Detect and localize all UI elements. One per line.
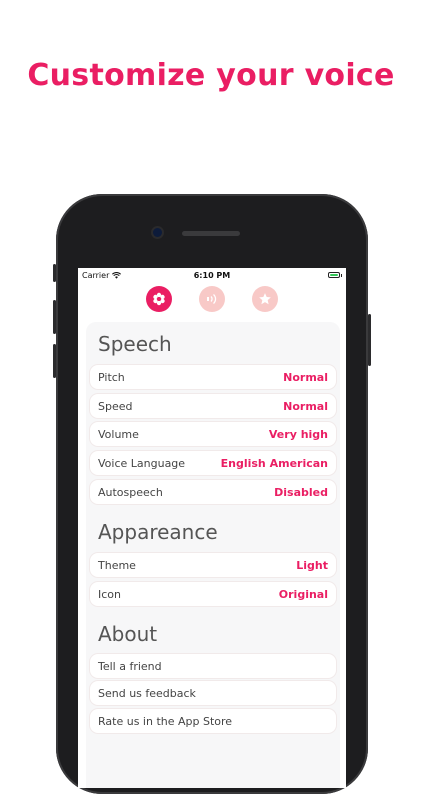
tab-audio[interactable] bbox=[199, 286, 225, 312]
status-bar: Carrier 6:10 PM bbox=[78, 268, 346, 284]
setting-label: Icon bbox=[98, 587, 121, 601]
setting-label: Pitch bbox=[98, 370, 125, 384]
about-row-feedback[interactable]: Send us feedback bbox=[90, 681, 336, 705]
star-icon bbox=[259, 293, 271, 305]
about-label: Rate us in the App Store bbox=[98, 714, 233, 728]
battery-icon bbox=[328, 272, 342, 278]
front-camera bbox=[153, 228, 162, 237]
section-title-appearance: Appareance bbox=[98, 520, 218, 544]
settings-panel: Speech Pitch Normal Speed Normal Volume … bbox=[86, 322, 340, 788]
setting-label: Volume bbox=[98, 427, 139, 441]
about-row-rate-us[interactable]: Rate us in the App Store bbox=[90, 709, 336, 733]
tab-speech[interactable] bbox=[146, 286, 172, 312]
setting-label: Speed bbox=[98, 399, 133, 413]
setting-value: Disabled bbox=[274, 485, 328, 499]
status-time: 6:10 PM bbox=[193, 271, 231, 280]
tab-favorites[interactable] bbox=[252, 286, 278, 312]
volume-down-button bbox=[53, 344, 56, 378]
setting-row-volume[interactable]: Volume Very high bbox=[90, 422, 336, 446]
about-label: Send us feedback bbox=[98, 686, 196, 700]
section-title-speech: Speech bbox=[98, 332, 172, 356]
phone-screen: Carrier 6:10 PM Speech Pitch Normal Spee… bbox=[78, 268, 346, 788]
page-headline: Customize your voice bbox=[27, 58, 395, 93]
setting-label: Theme bbox=[98, 558, 136, 572]
about-label: Tell a friend bbox=[98, 659, 162, 673]
setting-label: Voice Language bbox=[98, 456, 186, 470]
setting-value: Normal bbox=[283, 370, 328, 384]
setting-row-autospeech[interactable]: Autospeech Disabled bbox=[90, 480, 336, 504]
setting-row-pitch[interactable]: Pitch Normal bbox=[90, 365, 336, 389]
setting-value: Light bbox=[296, 558, 328, 572]
power-button bbox=[368, 314, 371, 366]
setting-row-theme[interactable]: Theme Light bbox=[90, 553, 336, 577]
about-row-tell-a-friend[interactable]: Tell a friend bbox=[90, 654, 336, 678]
phone-frame: Carrier 6:10 PM Speech Pitch Normal Spee… bbox=[53, 194, 371, 794]
setting-row-icon[interactable]: Icon Original bbox=[90, 582, 336, 606]
top-tab-bar bbox=[78, 286, 346, 316]
flower-icon bbox=[153, 292, 165, 306]
speaker-wave-icon bbox=[207, 294, 217, 304]
section-title-about: About bbox=[98, 622, 158, 646]
setting-value: Original bbox=[278, 587, 328, 601]
setting-row-voice-language[interactable]: Voice Language English American bbox=[90, 451, 336, 475]
setting-value: English American bbox=[220, 456, 328, 470]
volume-up-button bbox=[53, 300, 56, 334]
setting-value: Very high bbox=[268, 427, 328, 441]
setting-label: Autospeech bbox=[98, 485, 163, 499]
setting-value: Normal bbox=[283, 399, 328, 413]
mute-switch bbox=[53, 264, 56, 282]
earpiece-speaker bbox=[182, 231, 240, 236]
setting-row-speed[interactable]: Speed Normal bbox=[90, 394, 336, 418]
